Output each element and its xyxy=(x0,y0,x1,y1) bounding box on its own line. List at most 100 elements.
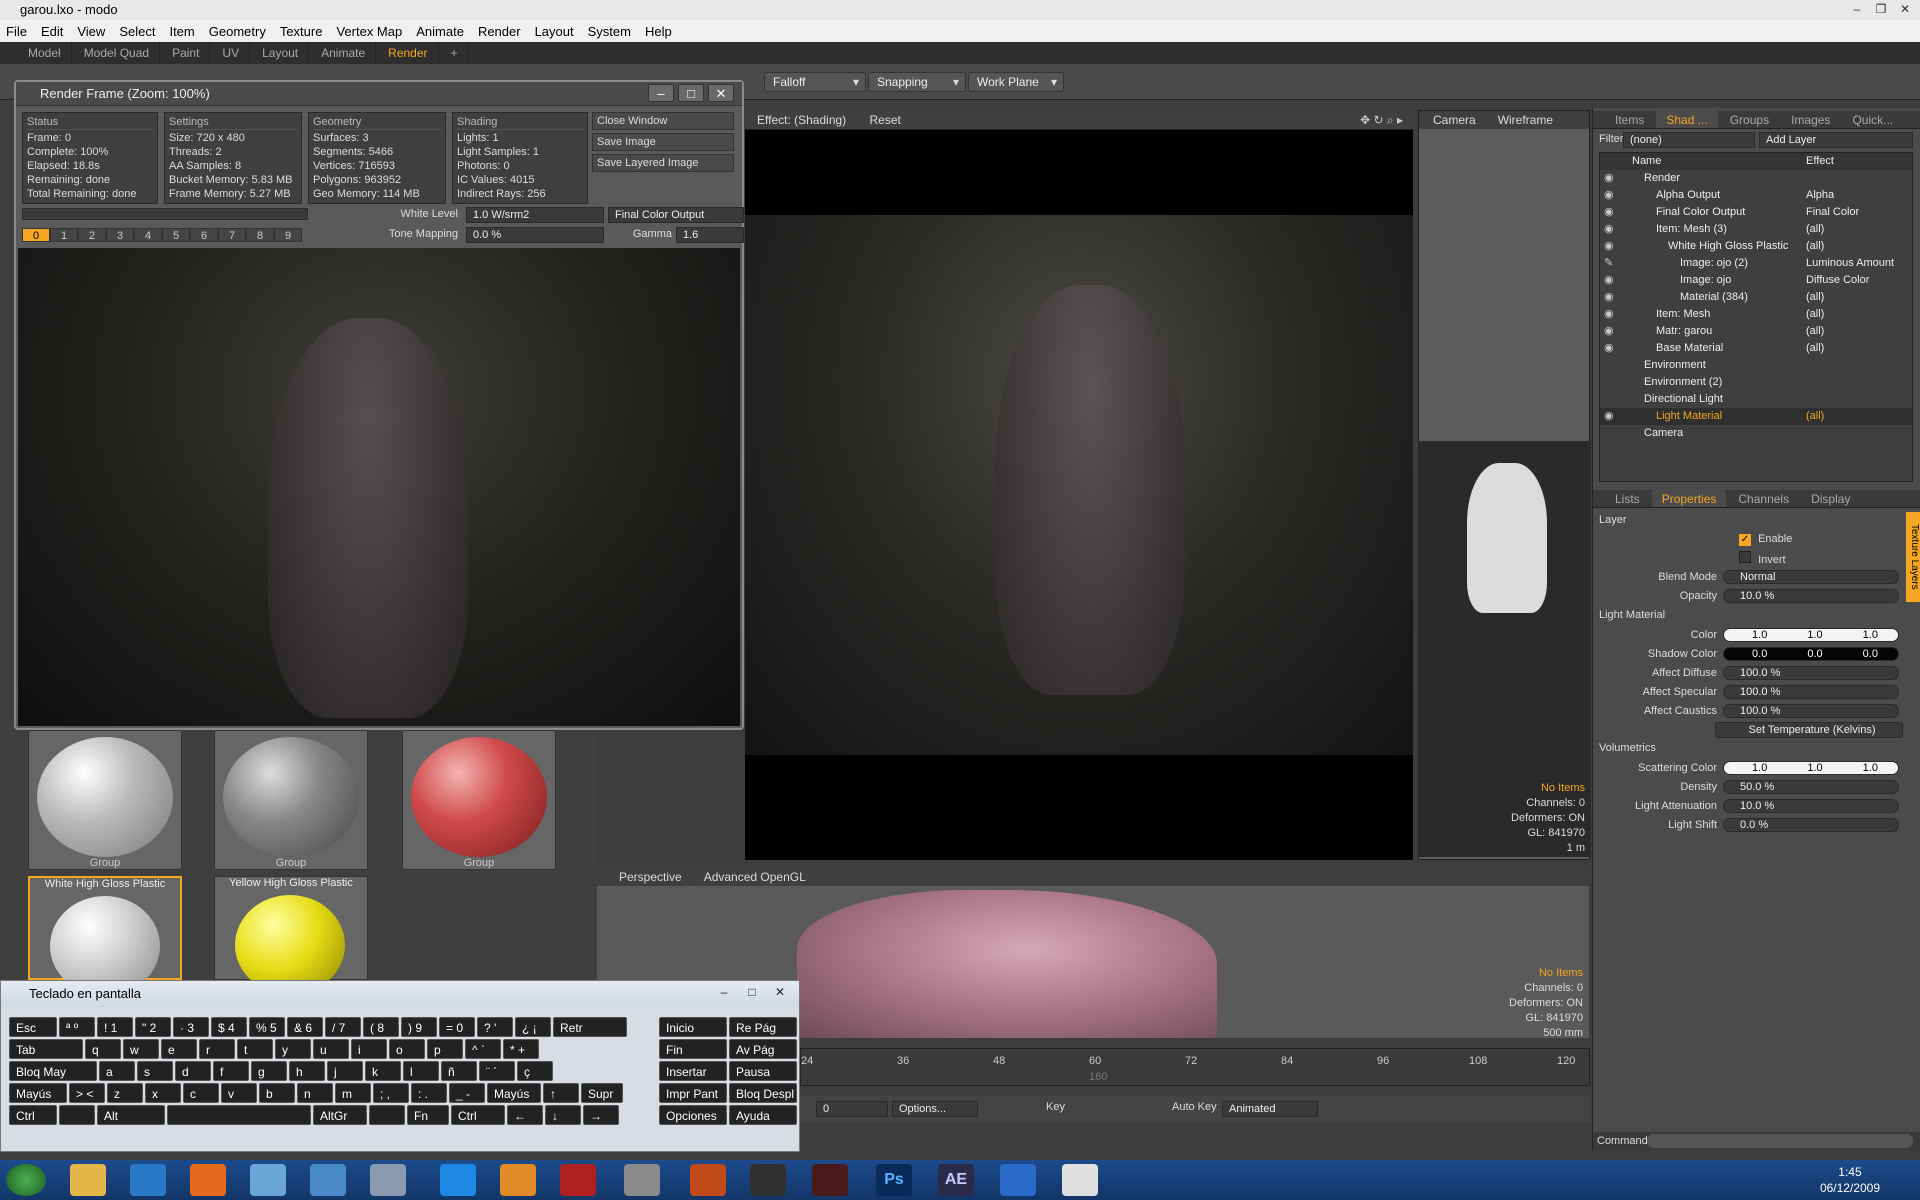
tab-groups[interactable]: Groups xyxy=(1720,111,1779,128)
timeline[interactable]: 24 36 48 60 72 84 96 108 120 160 xyxy=(800,1048,1590,1086)
tree-row[interactable]: ✎ Image: ojo (2) Luminous Amount xyxy=(1600,255,1912,272)
falloff-dropdown[interactable]: Falloff xyxy=(764,72,866,92)
osk-key[interactable]: l xyxy=(403,1061,439,1081)
frame-tab[interactable]: 4 xyxy=(134,228,162,242)
osk-nav-key[interactable]: Ayuda xyxy=(729,1105,797,1125)
photoshop-icon[interactable]: Ps xyxy=(876,1164,912,1196)
white-level-field[interactable]: 1.0 W/srm2 xyxy=(466,207,604,223)
frame-tab[interactable]: 2 xyxy=(78,228,106,242)
color-field[interactable]: 1.0 1.0 1.0 xyxy=(1723,628,1899,642)
tree-row[interactable]: Camera xyxy=(1600,425,1912,442)
osk-key[interactable]: r xyxy=(199,1039,235,1059)
preset-tile-selected[interactable]: White High Gloss Plastic xyxy=(28,876,182,996)
tree-row[interactable]: ◉ White High Gloss Plastic (all) xyxy=(1600,238,1912,255)
workplane-dropdown[interactable]: Work Plane xyxy=(968,72,1064,92)
frame-tab[interactable]: 9 xyxy=(274,228,302,242)
start-button[interactable] xyxy=(6,1164,46,1196)
tab-layout[interactable]: Layout xyxy=(252,42,310,64)
affect-diffuse-field[interactable]: 100.0 % xyxy=(1723,666,1899,680)
osk-nav-key[interactable]: Insertar xyxy=(659,1061,727,1081)
rf-close-button[interactable]: ✕ xyxy=(708,84,734,102)
osk-key[interactable]: h xyxy=(289,1061,325,1081)
tree-row[interactable]: ◉ Render xyxy=(1600,170,1912,187)
options-button[interactable]: Options... xyxy=(892,1101,978,1117)
osk-key[interactable]: w xyxy=(123,1039,159,1059)
preset-tile[interactable]: Group xyxy=(402,730,556,870)
light-shift-field[interactable]: 0.0 % xyxy=(1723,818,1899,832)
main-viewport[interactable]: Effect: (Shading) Reset ✥ ↻ ⌕ ▸ xyxy=(745,110,1413,860)
osk-key[interactable]: ^ ` xyxy=(465,1039,501,1059)
osk-key[interactable]: Fn xyxy=(407,1105,449,1125)
modo-icon[interactable] xyxy=(624,1164,660,1196)
maximize-button[interactable]: ❐ xyxy=(1870,0,1892,18)
osk-key[interactable]: ¿ ¡ xyxy=(515,1017,551,1037)
frame-tab[interactable]: 8 xyxy=(246,228,274,242)
osk-maximize-button[interactable]: □ xyxy=(739,985,765,1001)
osk-key[interactable]: ¨ ´ xyxy=(479,1061,515,1081)
osk-nav-key[interactable]: Pausa xyxy=(729,1061,797,1081)
osk-nav-key[interactable]: Inicio xyxy=(659,1017,727,1037)
camera-viewport[interactable]: Camera Wireframe No Items Channels: 0 De… xyxy=(1418,110,1591,860)
tab-model[interactable]: Model xyxy=(18,42,72,64)
wireframe-tab[interactable]: Wireframe xyxy=(1490,111,1561,129)
osk-key[interactable]: Tab xyxy=(9,1039,83,1059)
aftereffects-icon[interactable]: AE xyxy=(938,1164,974,1196)
osk-key[interactable]: Esc xyxy=(9,1017,57,1037)
explorer-icon[interactable] xyxy=(70,1164,106,1196)
tree-row[interactable]: ◉ Image: ojo Diffuse Color xyxy=(1600,272,1912,289)
osk-nav-key[interactable]: Av Pág xyxy=(729,1039,797,1059)
save-layered-image-button[interactable]: Save Layered Image xyxy=(592,154,734,172)
zbrush-icon[interactable] xyxy=(690,1164,726,1196)
viewport-nav-icons[interactable]: ✥ ↻ ⌕ ▸ xyxy=(1360,110,1403,130)
output-dropdown[interactable]: Final Color Output xyxy=(608,207,744,223)
close-window-button[interactable]: Close Window xyxy=(592,112,734,130)
osk-key[interactable]: ? ' xyxy=(477,1017,513,1037)
scattering-color-field[interactable]: 1.0 1.0 1.0 xyxy=(1723,761,1899,775)
osk-key[interactable]: g xyxy=(251,1061,287,1081)
reset-button[interactable]: Reset xyxy=(862,110,909,130)
osk-key[interactable]: m xyxy=(335,1083,371,1103)
frame-tab[interactable]: 0 xyxy=(22,228,50,242)
osk-key[interactable]: ; , xyxy=(373,1083,409,1103)
tab-items[interactable]: Items xyxy=(1605,111,1654,128)
app-icon[interactable] xyxy=(1062,1164,1098,1196)
menu-vertex-map[interactable]: Vertex Map xyxy=(336,24,402,39)
tree-row[interactable]: Environment (2) xyxy=(1600,374,1912,391)
osk-key[interactable]: u xyxy=(313,1039,349,1059)
osk-nav-key[interactable]: Fin xyxy=(659,1039,727,1059)
filter-dropdown[interactable]: (none) xyxy=(1623,132,1755,148)
osk-key[interactable] xyxy=(59,1105,95,1125)
osk-key[interactable]: ñ xyxy=(441,1061,477,1081)
osk-key[interactable] xyxy=(167,1105,311,1125)
menu-file[interactable]: File xyxy=(6,24,27,39)
tree-row[interactable]: Environment xyxy=(1600,357,1912,374)
osk-key[interactable]: ª º xyxy=(59,1017,95,1037)
enable-checkbox[interactable]: ✓ Enable xyxy=(1723,532,1903,547)
tab-animate[interactable]: Animate xyxy=(311,42,377,64)
clock[interactable]: 1:45 06/12/2009 xyxy=(1820,1164,1880,1196)
affect-caustics-field[interactable]: 100.0 % xyxy=(1723,704,1899,718)
osk-key[interactable]: ↑ xyxy=(543,1083,579,1103)
osk-key[interactable]: Ctrl xyxy=(9,1105,57,1125)
effect-button[interactable]: Effect: (Shading) xyxy=(749,110,854,130)
menu-layout[interactable]: Layout xyxy=(535,24,574,39)
app-icon[interactable] xyxy=(370,1164,406,1196)
osk-key[interactable]: Bloq May xyxy=(9,1061,97,1081)
skype-icon[interactable] xyxy=(440,1164,476,1196)
camera-tab[interactable]: Camera xyxy=(1425,111,1484,129)
osk-nav-key[interactable]: Impr Pant xyxy=(659,1083,727,1103)
menu-item[interactable]: Item xyxy=(169,24,194,39)
preset-tile[interactable]: Group xyxy=(28,730,182,870)
preset-tile[interactable]: Yellow High Gloss Plastic xyxy=(214,876,368,995)
tree-row[interactable]: Directional Light xyxy=(1600,391,1912,408)
osk-key[interactable]: ↓ xyxy=(545,1105,581,1125)
messenger-icon[interactable] xyxy=(250,1164,286,1196)
osk-key[interactable]: ç xyxy=(517,1061,553,1081)
minimize-button[interactable]: – xyxy=(1846,0,1868,18)
osk-key[interactable]: a xyxy=(99,1061,135,1081)
osk-key[interactable]: b xyxy=(259,1083,295,1103)
rf-minimize-button[interactable]: – xyxy=(648,84,674,102)
menu-render[interactable]: Render xyxy=(478,24,521,39)
tree-row-selected[interactable]: ◉ Light Material (all) xyxy=(1600,408,1912,425)
tab-properties[interactable]: Properties xyxy=(1651,490,1727,507)
